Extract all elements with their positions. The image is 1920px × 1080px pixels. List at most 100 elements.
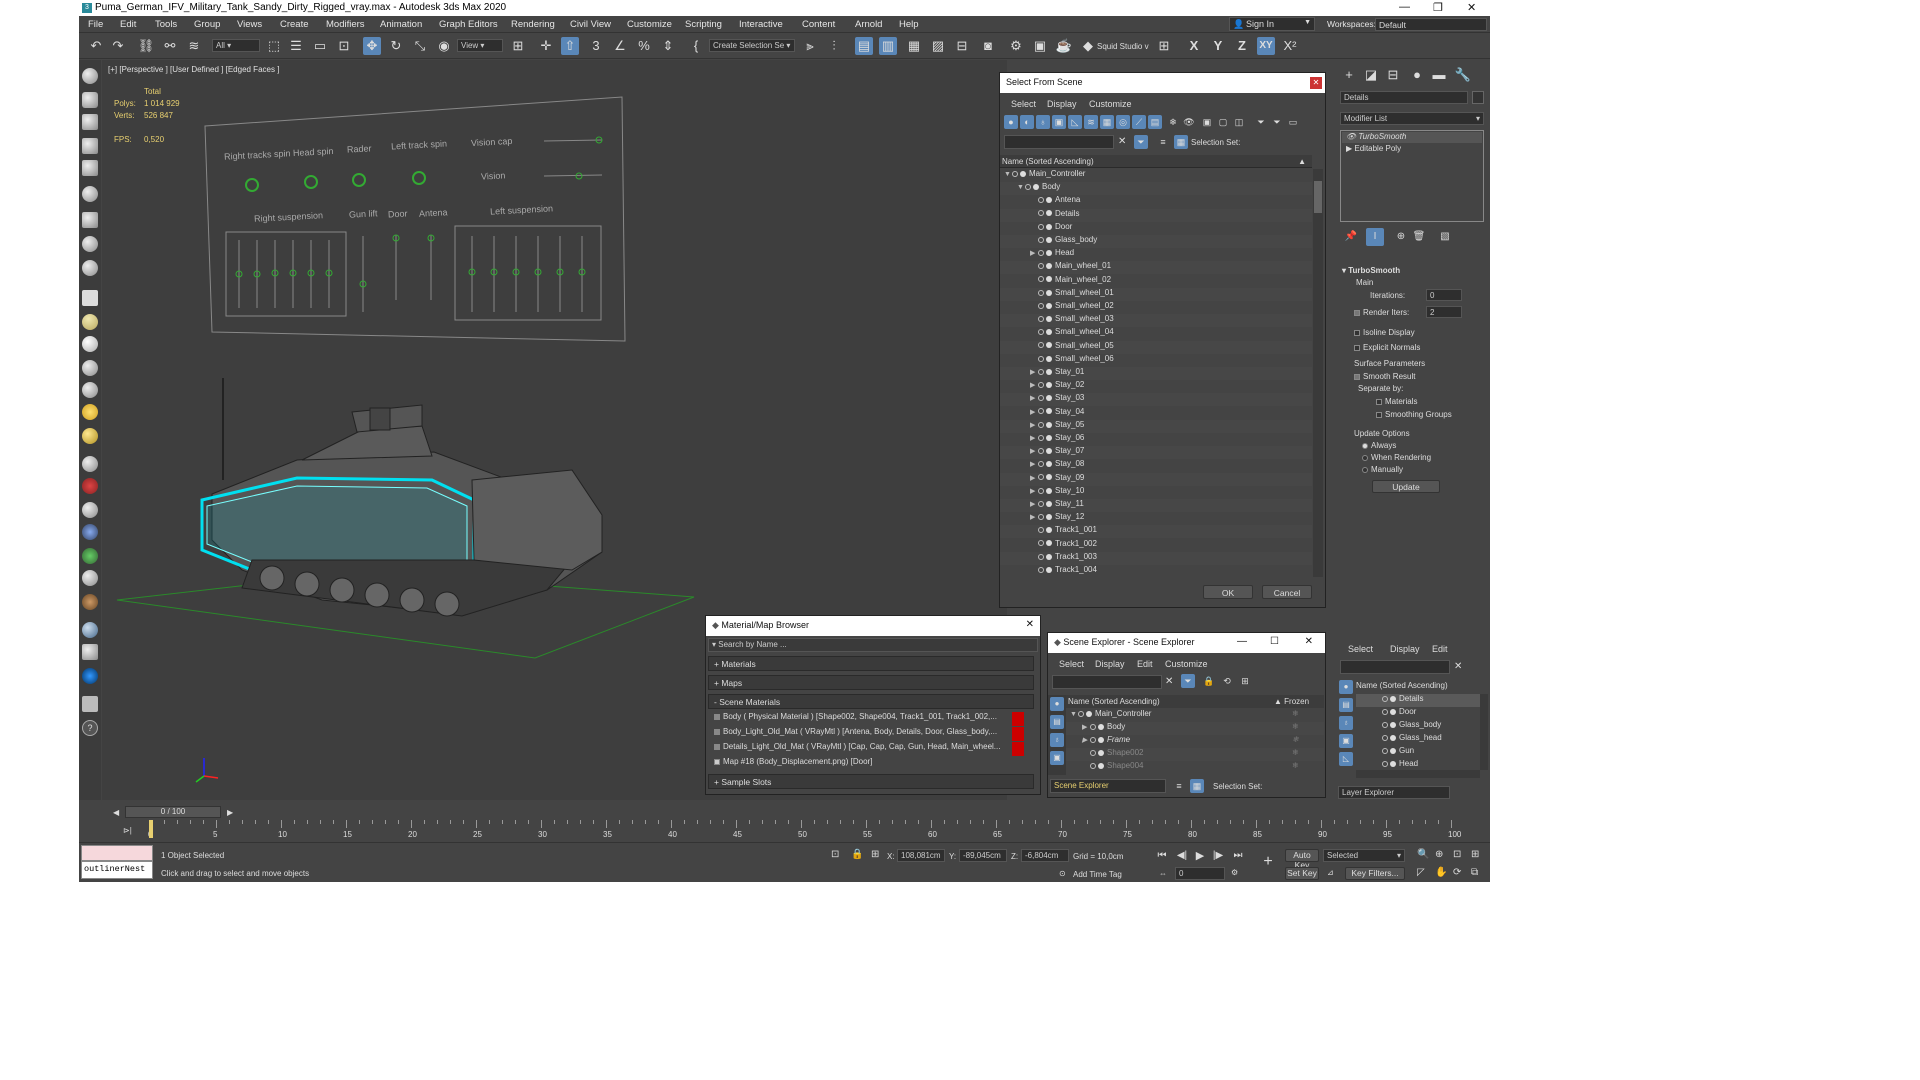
filter-geometry-icon[interactable]: ● bbox=[1004, 115, 1018, 129]
se-menu-select[interactable]: Select bbox=[1059, 659, 1084, 669]
visibility-eye-icon[interactable] bbox=[1382, 695, 1388, 702]
selection-filter-dropdown[interactable]: All ▾ bbox=[212, 39, 260, 52]
object-name-field[interactable]: Details bbox=[1340, 91, 1468, 104]
freeze-dot-icon[interactable] bbox=[1390, 734, 1396, 741]
se-tree-list[interactable]: ▼ Main_Controller ❄ ▶ Body ❄ ▶ Frame ❄ Shape002 ❄ S… bbox=[1066, 709, 1324, 773]
listener-output[interactable] bbox=[81, 845, 153, 861]
set-key-button[interactable]: Set Key bbox=[1285, 867, 1319, 880]
le-tree-list[interactable]: Details Door Glass_body Glass_head Gun Head bbox=[1356, 694, 1480, 770]
tree-row[interactable]: ▶ Stay_01 bbox=[1000, 367, 1312, 380]
freeze-dot-icon[interactable] bbox=[1046, 316, 1052, 323]
se-menu-display[interactable]: Display bbox=[1095, 659, 1125, 669]
next-frame-icon[interactable]: ▶ bbox=[227, 808, 233, 817]
sfs-tree-list[interactable]: ▼ Main_Controller ▼ Body Antena Details Door Gl… bbox=[1000, 169, 1312, 577]
tree-row[interactable]: ▶ Stay_03 bbox=[1000, 393, 1312, 407]
filter-hidden-icon[interactable]: 👁 bbox=[1182, 115, 1196, 129]
filter-xrefs-icon[interactable]: ◎ bbox=[1116, 115, 1130, 129]
freeze-dot-icon[interactable] bbox=[1046, 329, 1052, 336]
squid-studio-label[interactable]: Squid Studio v bbox=[1097, 42, 1149, 51]
expand-arrow-icon[interactable]: ▶ bbox=[1030, 421, 1038, 429]
tree-row[interactable]: ▶ Frame ❄ bbox=[1066, 735, 1324, 748]
tree-row[interactable]: ▼ Main_Controller ❄ bbox=[1066, 709, 1324, 722]
schematic-view-icon[interactable]: ⊟ bbox=[953, 37, 971, 55]
visibility-eye-icon[interactable] bbox=[1038, 316, 1044, 323]
y-coord-field[interactable]: -89,045cm bbox=[959, 849, 1007, 862]
visibility-eye-icon[interactable] bbox=[1038, 382, 1044, 389]
material-row[interactable]: Body ( Physical Material ) [Shape002, Sh… bbox=[714, 712, 1024, 726]
cloud-icon[interactable] bbox=[82, 92, 98, 108]
freeze-dot-icon[interactable] bbox=[1046, 540, 1052, 547]
edit-named-sets-icon[interactable]: { bbox=[687, 37, 705, 55]
close-icon[interactable]: ✕ bbox=[1467, 1, 1476, 14]
isoline-checkbox[interactable]: Isoline Display bbox=[1354, 328, 1415, 337]
le-mode-icon-1[interactable]: ● bbox=[1339, 680, 1353, 694]
menu-help[interactable]: Help bbox=[899, 19, 919, 30]
le-menu-display[interactable]: Display bbox=[1390, 644, 1420, 654]
named-selection-dropdown[interactable]: Create Selection Se ▾ bbox=[709, 39, 795, 52]
dome-icon[interactable] bbox=[82, 314, 98, 330]
spinner-snap-icon[interactable]: ⇕ bbox=[659, 37, 677, 55]
globe-icon[interactable] bbox=[82, 524, 98, 540]
window-crossing-icon[interactable]: ⊡ bbox=[335, 37, 353, 55]
add-time-tag[interactable]: Add Time Tag bbox=[1073, 870, 1122, 879]
axis-x[interactable]: X bbox=[1185, 37, 1203, 55]
unlink-icon[interactable]: ⚯ bbox=[161, 37, 179, 55]
orbit-icon[interactable]: ⟳ bbox=[1453, 867, 1461, 878]
link-icon[interactable]: ⛓ bbox=[137, 37, 155, 55]
sfs-scrollbar[interactable] bbox=[1313, 169, 1323, 577]
visibility-eye-icon[interactable] bbox=[1038, 329, 1044, 336]
expand-arrow-icon[interactable]: ▶ bbox=[1030, 368, 1038, 376]
expand-arrow-icon[interactable]: ▶ bbox=[1082, 736, 1090, 744]
le-search-input[interactable] bbox=[1340, 660, 1450, 674]
filter-shapes-icon[interactable]: ◐ bbox=[1020, 115, 1034, 129]
material-row[interactable]: Details_Light_Old_Mat ( VRayMtl ) [Cap, … bbox=[714, 742, 1024, 756]
update-button[interactable]: Update bbox=[1372, 480, 1440, 493]
tree-row[interactable]: Main_wheel_01 bbox=[1000, 261, 1312, 275]
close-icon[interactable]: ✕ bbox=[1305, 636, 1313, 647]
axis-xy[interactable]: XY bbox=[1257, 37, 1275, 55]
visibility-eye-icon[interactable] bbox=[1038, 421, 1044, 428]
rollout-title[interactable]: ▾ TurboSmooth bbox=[1342, 266, 1400, 275]
tree-row[interactable]: ▶ Stay_02 bbox=[1000, 380, 1312, 393]
camera-icon[interactable] bbox=[82, 212, 98, 228]
stack-item-editable-poly[interactable]: ▶ Editable Poly bbox=[1342, 144, 1482, 155]
time-slider[interactable]: 0 / 100 bbox=[125, 806, 221, 818]
expand-arrow-icon[interactable]: ▶ bbox=[1030, 460, 1038, 468]
ref-coord-dropdown[interactable]: View ▾ bbox=[457, 39, 503, 52]
prev-frame-icon[interactable]: ◀ bbox=[113, 808, 119, 817]
workspaces-dropdown[interactable]: Default bbox=[1375, 18, 1487, 31]
undo-icon[interactable]: ↶ bbox=[87, 37, 105, 55]
next-key-icon[interactable]: |▶ bbox=[1209, 847, 1227, 865]
head-spin-knob[interactable] bbox=[304, 175, 318, 189]
folder-icon[interactable]: ▭ bbox=[1286, 115, 1300, 129]
select-by-name-icon[interactable]: ☰ bbox=[287, 37, 305, 55]
visibility-eye-icon[interactable] bbox=[1038, 250, 1044, 257]
stand-icon[interactable] bbox=[82, 502, 98, 518]
key-mode-icon[interactable]: ⇔ bbox=[1159, 869, 1167, 878]
goto-end-icon[interactable]: ⏭ bbox=[1229, 847, 1247, 865]
layer-row[interactable]: Door bbox=[1356, 707, 1480, 720]
z-coord-field[interactable]: -6,804cm bbox=[1021, 849, 1069, 862]
axis-z[interactable]: Z bbox=[1233, 37, 1251, 55]
vision-handle[interactable] bbox=[575, 172, 583, 180]
sphere-icon[interactable] bbox=[82, 336, 98, 352]
select-object-icon[interactable]: ⬚ bbox=[265, 37, 283, 55]
freeze-dot-icon[interactable] bbox=[1098, 723, 1104, 730]
material-row[interactable]: Map #18 (Body_Displacement.png) [Door] bbox=[714, 757, 1024, 771]
visibility-eye-icon[interactable] bbox=[1038, 553, 1044, 560]
filter-lights-icon[interactable]: ♁ bbox=[1036, 115, 1050, 129]
tree-row[interactable]: Small_wheel_06 bbox=[1000, 354, 1312, 367]
maxscript-mini-listener[interactable]: outlinerNest bbox=[81, 845, 153, 881]
ball-icon[interactable] bbox=[82, 428, 98, 444]
hf-icon[interactable] bbox=[82, 570, 98, 586]
rect-region-icon[interactable]: ▭ bbox=[311, 37, 329, 55]
plant-icon[interactable] bbox=[82, 548, 98, 564]
pan-icon[interactable]: ✋ bbox=[1435, 867, 1447, 878]
tree-row[interactable]: Small_wheel_01 bbox=[1000, 287, 1312, 301]
key-tangent-icon[interactable]: ⊿ bbox=[1327, 868, 1334, 877]
freeze-dot-icon[interactable] bbox=[1046, 368, 1052, 375]
se-mode-objects-icon[interactable]: ● bbox=[1050, 697, 1064, 711]
freeze-dot-icon[interactable] bbox=[1046, 421, 1052, 428]
menu-scripting[interactable]: Scripting bbox=[685, 19, 722, 30]
visibility-eye-icon[interactable] bbox=[1038, 448, 1044, 455]
